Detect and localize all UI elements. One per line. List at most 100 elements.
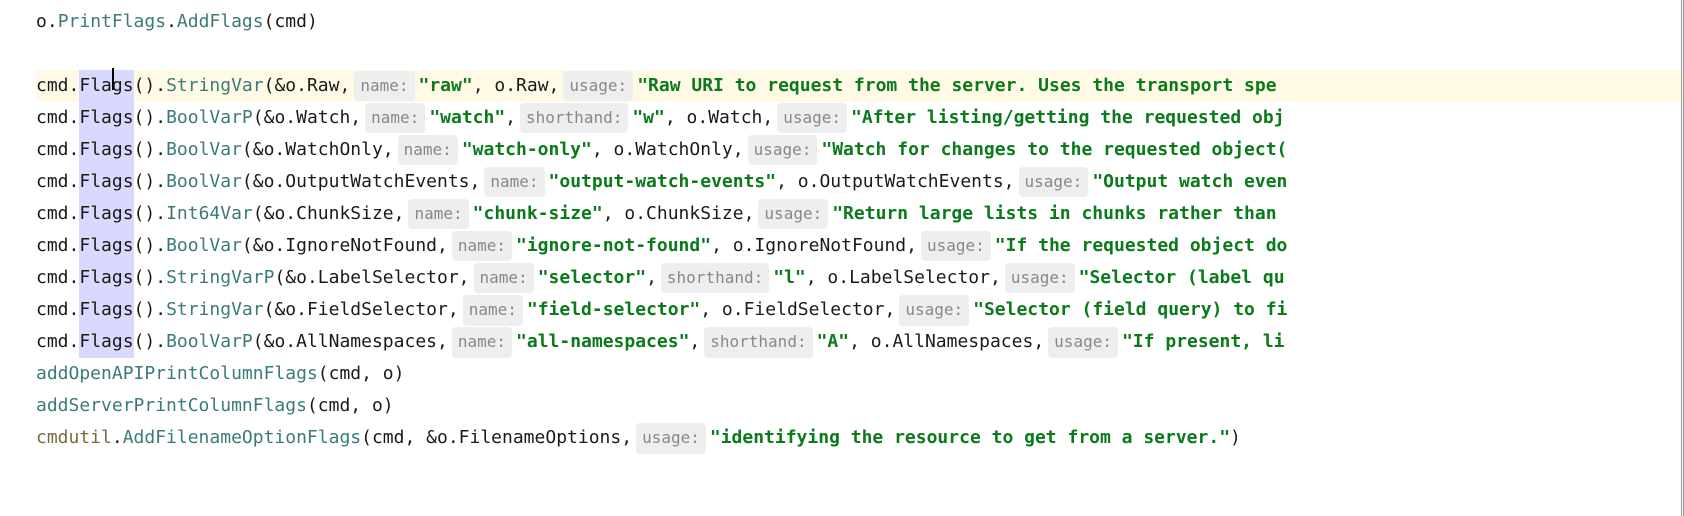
code-text: (&o.LabelSelector, xyxy=(274,262,469,294)
code-text: , o.LabelSelector, xyxy=(806,262,1001,294)
param-hint: usage: xyxy=(636,423,706,453)
code-text: (). xyxy=(134,262,167,294)
param-hint: shorthand: xyxy=(520,103,628,133)
code-text: (&o.Raw, xyxy=(264,70,351,102)
code-text: (). xyxy=(134,294,167,326)
param-hint: usage: xyxy=(921,231,991,261)
string-literal: "watch-only" xyxy=(462,134,592,166)
param-hint: name: xyxy=(354,71,414,101)
code-text: cmd. xyxy=(36,326,79,358)
code-text: cmd. xyxy=(36,230,79,262)
param-hint: name: xyxy=(484,167,544,197)
code-line-blank[interactable] xyxy=(36,38,1684,70)
string-literal: "If present, li xyxy=(1122,326,1285,358)
code-text: (cmd) xyxy=(264,6,318,38)
code-text: , xyxy=(646,262,657,294)
string-literal: "chunk-size" xyxy=(473,198,603,230)
string-literal: "If the requested object do xyxy=(995,230,1288,262)
param-hint: name: xyxy=(452,327,512,357)
code-line[interactable]: addOpenAPIPrintColumnFlags(cmd, o) xyxy=(36,358,1684,390)
code-text: (). xyxy=(134,70,167,102)
method: BoolVarP xyxy=(166,102,253,134)
code-text: cmd. xyxy=(36,166,79,198)
string-literal: "Return large lists in chunks rather tha… xyxy=(832,198,1276,230)
code-text: , o.WatchOnly, xyxy=(592,134,744,166)
string-literal: "output-watch-events" xyxy=(549,166,777,198)
func-call: addServerPrintColumnFlags xyxy=(36,390,307,422)
code-text: (). xyxy=(134,326,167,358)
code-text: , xyxy=(689,326,700,358)
code-text: (&o.Watch, xyxy=(253,102,361,134)
param-hint: name: xyxy=(408,199,468,229)
method: StringVar xyxy=(166,70,264,102)
method: BoolVarP xyxy=(166,326,253,358)
selection-flags: Flags xyxy=(79,166,133,198)
param-hint: name: xyxy=(452,231,512,261)
selection-flags: Flags xyxy=(79,326,133,358)
code-line[interactable]: o.PrintFlags.AddFlags(cmd) xyxy=(36,6,1684,38)
selection-flags: Fla xyxy=(79,70,112,102)
param-hint: usage: xyxy=(1019,167,1089,197)
code-text: (&o.IgnoreNotFound, xyxy=(242,230,448,262)
method: PrintFlags xyxy=(58,6,166,38)
code-text: cmd. xyxy=(36,134,79,166)
code-line[interactable]: cmd.Flags().BoolVar(&o.WatchOnly, name:"… xyxy=(36,134,1684,166)
param-hint: shorthand: xyxy=(704,327,812,357)
param-hint: usage: xyxy=(748,135,818,165)
code-text: (&o.ChunkSize, xyxy=(253,198,405,230)
code-text: , xyxy=(505,102,516,134)
code-text: , o.FieldSelector, xyxy=(700,294,895,326)
selection-flags: Flags xyxy=(79,230,133,262)
param-hint: name: xyxy=(398,135,458,165)
code-text: (). xyxy=(134,166,167,198)
string-literal: "Raw URI to request from the server. Use… xyxy=(637,70,1276,102)
param-hint: usage: xyxy=(899,295,969,325)
code-text: , o.AllNamespaces, xyxy=(849,326,1044,358)
code-line-current[interactable]: cmd.Flags().StringVar(&o.Raw, name:"raw"… xyxy=(36,70,1684,102)
code-text: (). xyxy=(134,102,167,134)
code-text: ) xyxy=(1230,422,1241,454)
code-line[interactable]: cmdutil.AddFilenameOptionFlags(cmd, &o.F… xyxy=(36,422,1684,454)
code-editor[interactable]: o.PrintFlags.AddFlags(cmd) cmd.Flags().S… xyxy=(0,6,1684,454)
code-text: , o.OutputWatchEvents, xyxy=(776,166,1014,198)
code-text: cmd. xyxy=(36,198,79,230)
code-text: (&o.WatchOnly, xyxy=(242,134,394,166)
code-line[interactable]: cmd.Flags().BoolVar(&o.IgnoreNotFound, n… xyxy=(36,230,1684,262)
selection-flags: Flags xyxy=(79,102,133,134)
string-literal: "identifying the resource to get from a … xyxy=(710,422,1230,454)
param-hint: usage: xyxy=(1048,327,1118,357)
code-text: cmd. xyxy=(36,262,79,294)
code-text: . xyxy=(112,422,123,454)
string-literal: "Output watch even xyxy=(1092,166,1287,198)
code-text: (cmd, o) xyxy=(318,358,405,390)
selection-flags: gs xyxy=(112,70,134,102)
code-text: (). xyxy=(134,198,167,230)
code-text: (&o.OutputWatchEvents, xyxy=(242,166,480,198)
string-literal: "field-selector" xyxy=(527,294,700,326)
code-line[interactable]: cmd.Flags().BoolVarP(&o.Watch, name:"wat… xyxy=(36,102,1684,134)
string-literal: "Selector (field query) to fi xyxy=(973,294,1287,326)
selection-flags: Flags xyxy=(79,294,133,326)
code-text: , o.Raw, xyxy=(473,70,560,102)
code-line[interactable]: addServerPrintColumnFlags(cmd, o) xyxy=(36,390,1684,422)
method: BoolVar xyxy=(166,230,242,262)
code-line[interactable]: cmd.Flags().StringVar(&o.FieldSelector, … xyxy=(36,294,1684,326)
param-hint: usage: xyxy=(758,199,828,229)
method: StringVar xyxy=(166,294,264,326)
code-line[interactable]: cmd.Flags().StringVarP(&o.LabelSelector,… xyxy=(36,262,1684,294)
code-line[interactable]: cmd.Flags().Int64Var(&o.ChunkSize, name:… xyxy=(36,198,1684,230)
param-hint: usage: xyxy=(777,103,847,133)
code-line[interactable]: cmd.Flags().BoolVarP(&o.AllNamespaces, n… xyxy=(36,326,1684,358)
param-hint: shorthand: xyxy=(661,263,769,293)
code-text: (cmd, &o.FilenameOptions, xyxy=(361,422,632,454)
code-text: . xyxy=(166,6,177,38)
string-literal: "l" xyxy=(773,262,806,294)
code-line[interactable]: cmd.Flags().BoolVar(&o.OutputWatchEvents… xyxy=(36,166,1684,198)
code-text: cmd. xyxy=(36,70,79,102)
string-literal: "all-namespaces" xyxy=(516,326,689,358)
string-literal: "ignore-not-found" xyxy=(516,230,711,262)
param-hint: usage: xyxy=(563,71,633,101)
string-literal: "w" xyxy=(632,102,665,134)
param-hint: name: xyxy=(463,295,523,325)
string-literal: "After listing/getting the requested obj xyxy=(851,102,1284,134)
